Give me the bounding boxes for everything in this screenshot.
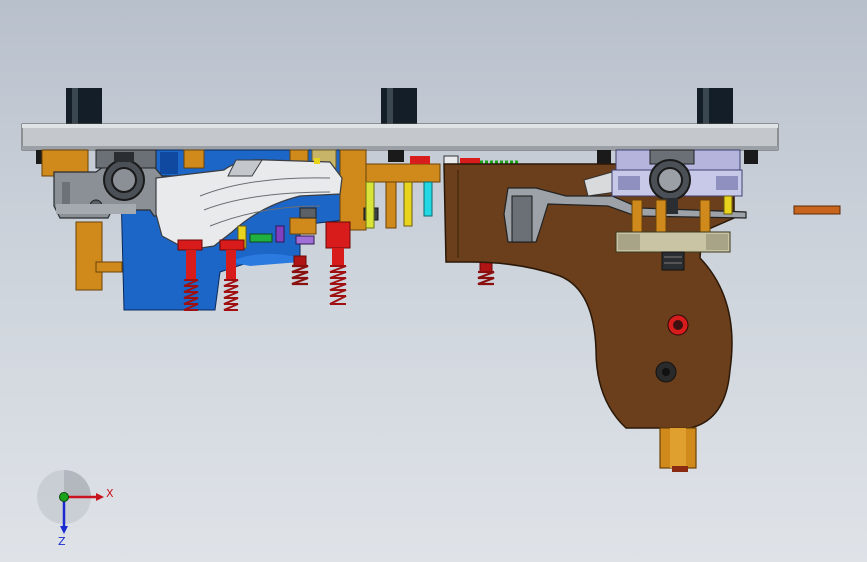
cad-viewport[interactable]: X Z <box>0 0 867 562</box>
rod-orange <box>793 205 841 215</box>
assembly-drawing: X Z <box>21 88 841 548</box>
bottom-locator <box>659 427 697 472</box>
axis-triad: X Z <box>37 470 114 548</box>
spring-2 <box>219 239 245 311</box>
x-axis-label: X <box>106 487 114 500</box>
spring-5 <box>477 261 495 286</box>
post-right <box>697 88 733 126</box>
z-axis-arrow <box>60 526 68 534</box>
spring-4 <box>325 221 351 305</box>
spring-3 <box>291 255 309 286</box>
x-axis-arrow <box>96 493 104 501</box>
top-posts <box>66 88 733 126</box>
z-axis-label: Z <box>58 535 66 548</box>
post-middle <box>381 88 417 126</box>
base-plate <box>21 123 779 151</box>
y-axis-marker <box>59 492 69 502</box>
post-left <box>66 88 102 126</box>
